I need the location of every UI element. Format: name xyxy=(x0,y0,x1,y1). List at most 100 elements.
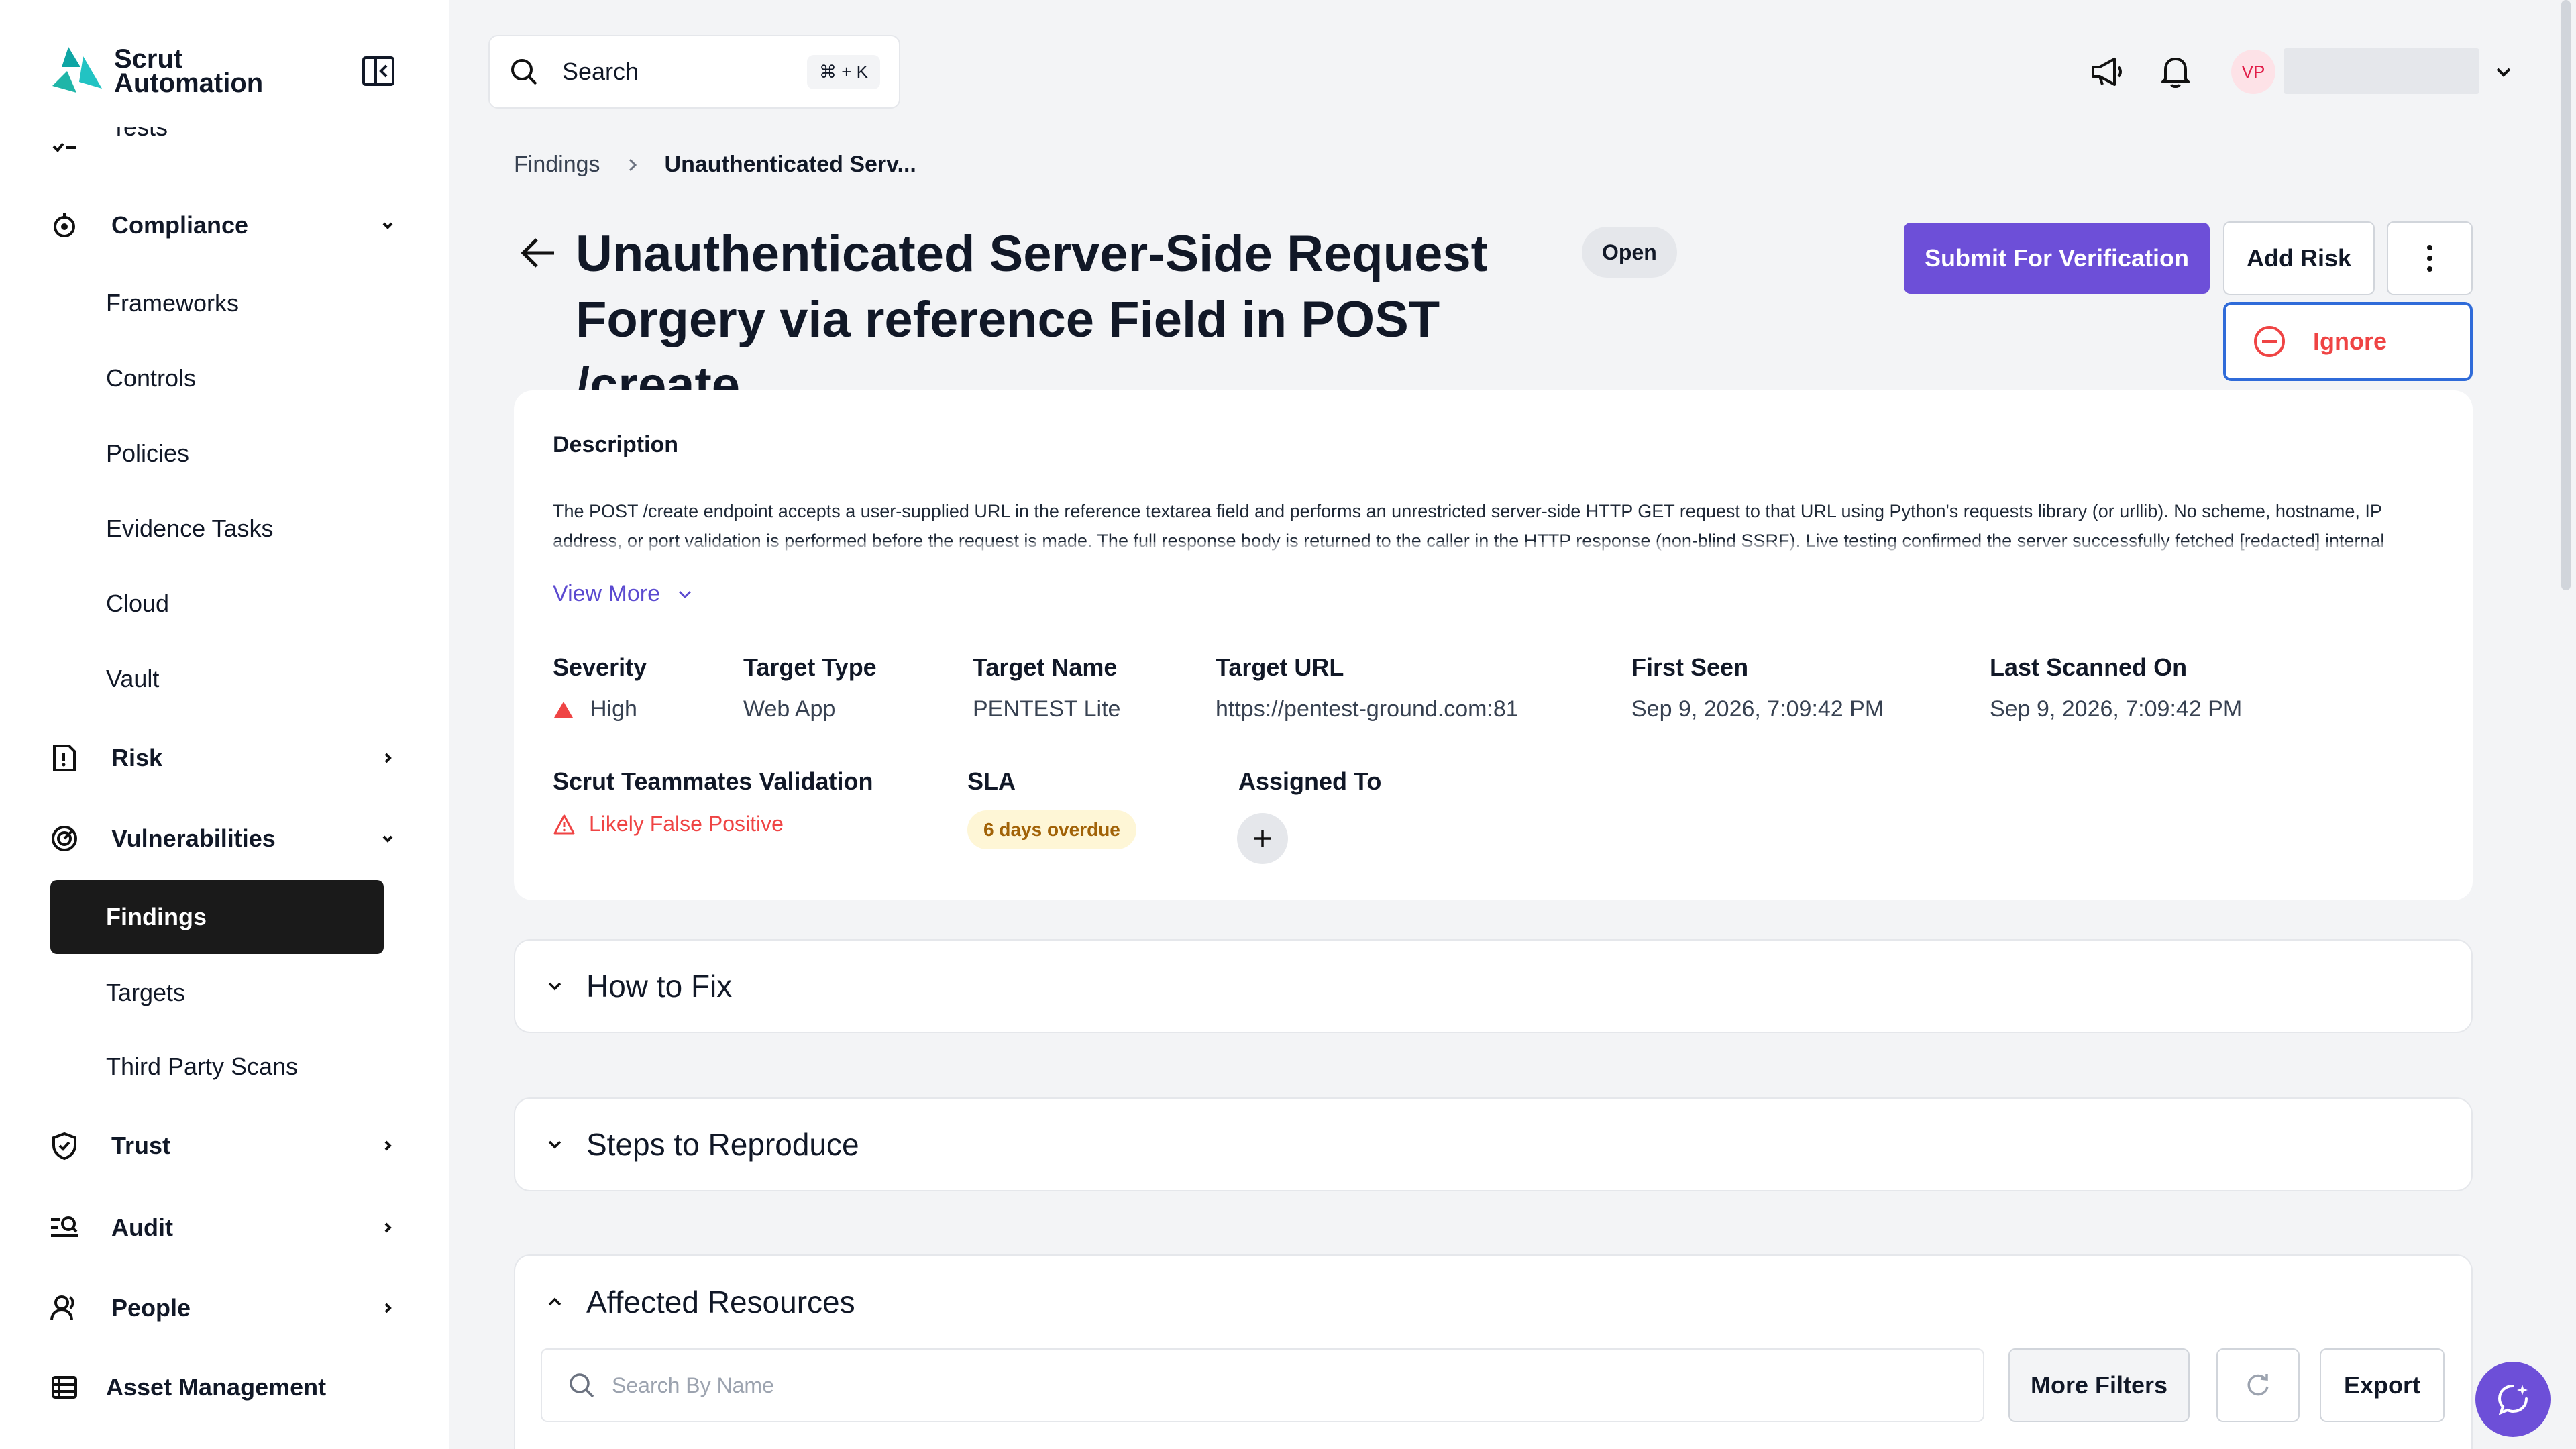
sidebar-item-third-party-scans[interactable]: Third Party Scans xyxy=(106,1046,298,1087)
refresh-icon xyxy=(2247,1374,2269,1396)
section-title: Steps to Reproduce xyxy=(586,1127,859,1162)
first-seen-value: Sep 9, 2026, 7:09:42 PM xyxy=(1631,696,1884,722)
sla-label: SLA xyxy=(967,767,1016,795)
breadcrumb-current: Unauthenticated Serv... xyxy=(664,152,916,177)
more-options-button[interactable] xyxy=(2387,221,2473,295)
severity-label: Severity xyxy=(553,653,647,681)
sidebar-item-compliance[interactable]: Compliance xyxy=(48,205,397,246)
resource-search[interactable] xyxy=(541,1348,1984,1422)
chevron-right-icon xyxy=(384,1222,392,1233)
search-shortcut: ⌘ + K xyxy=(807,54,880,89)
scrut-logo-icon xyxy=(52,47,102,93)
brand-logo[interactable]: Scrut Automation xyxy=(48,43,263,99)
export-button[interactable]: Export xyxy=(2320,1348,2445,1422)
resource-search-input[interactable] xyxy=(612,1373,1819,1398)
breadcrumb-findings-link[interactable]: Findings xyxy=(514,152,600,178)
page-title: Unauthenticated Server-Side Request Forg… xyxy=(576,225,1488,414)
search-icon xyxy=(511,59,537,85)
chevron-right-icon xyxy=(384,1303,392,1313)
severity-value: High xyxy=(553,696,637,722)
finding-details-card: Description The POST /create endpoint ac… xyxy=(514,390,2473,900)
sidebar-item-cloud[interactable]: Cloud xyxy=(106,584,169,624)
brand-name-line1: Scrut xyxy=(114,44,183,74)
description-fade xyxy=(553,542,2431,561)
avatar[interactable]: VP xyxy=(2231,50,2275,94)
first-seen-label: First Seen xyxy=(1631,653,1749,681)
sidebar-item-controls[interactable]: Controls xyxy=(106,358,196,398)
sidebar: Scrut Automation Tests Compliance Framew… xyxy=(0,0,449,1449)
sidebar-item-vault[interactable]: Vault xyxy=(106,659,159,699)
refresh-button[interactable] xyxy=(2216,1348,2300,1422)
chevron-down-icon xyxy=(382,835,393,843)
view-more-link[interactable]: View More xyxy=(553,581,695,607)
breadcrumb: Findings Unauthenticated Serv... xyxy=(514,152,916,178)
severity-text: High xyxy=(590,696,637,722)
sidebar-item-targets[interactable]: Targets xyxy=(106,973,185,1013)
sla-badge: 6 days overdue xyxy=(967,810,1136,849)
sidebar-item-label: Risk xyxy=(111,744,163,771)
minus-circle-icon xyxy=(2254,326,2285,357)
sidebar-item-vulnerabilities[interactable]: Vulnerabilities xyxy=(48,818,397,859)
target-name-label: Target Name xyxy=(973,653,1118,681)
sidebar-item-tests[interactable]: Tests xyxy=(48,127,397,154)
sidebar-item-risk[interactable]: Risk xyxy=(48,738,397,778)
bell-icon[interactable] xyxy=(2156,52,2195,91)
section-title: Affected Resources xyxy=(586,1285,855,1320)
vulnerabilities-icon xyxy=(48,822,80,855)
validation-value: Likely False Positive xyxy=(553,812,784,837)
back-arrow-icon[interactable] xyxy=(518,232,559,274)
description-heading: Description xyxy=(553,432,679,458)
affected-resources-section: Affected Resources More Filters Export xyxy=(514,1254,2473,1449)
global-search[interactable]: Search ⌘ + K xyxy=(488,35,900,109)
affected-resources-header[interactable]: Affected Resources xyxy=(543,1284,855,1320)
chat-icon xyxy=(2498,1385,2528,1415)
target-type-label: Target Type xyxy=(743,653,877,681)
assigned-to-label: Assigned To xyxy=(1238,767,1382,795)
more-filters-button[interactable]: More Filters xyxy=(2008,1348,2190,1422)
add-risk-button[interactable]: Add Risk xyxy=(2223,221,2375,295)
target-type-value: Web App xyxy=(743,696,836,722)
sidebar-item-policies[interactable]: Policies xyxy=(106,433,189,474)
chevron-down-icon xyxy=(382,222,393,229)
status-badge: Open xyxy=(1582,227,1677,278)
target-url-value[interactable]: https://pentest-ground.com:81 xyxy=(1216,696,1519,722)
warning-icon xyxy=(553,814,575,834)
steps-to-reproduce-section[interactable]: Steps to Reproduce xyxy=(514,1097,2473,1191)
sidebar-item-audit[interactable]: Audit xyxy=(48,1208,397,1248)
chevron-down-icon xyxy=(548,1140,561,1149)
how-to-fix-section[interactable]: How to Fix xyxy=(514,939,2473,1033)
chevron-down-icon xyxy=(678,590,692,598)
megaphone-icon[interactable] xyxy=(2088,52,2127,91)
ignore-label: Ignore xyxy=(2313,327,2387,355)
ignore-button[interactable]: Ignore xyxy=(2223,302,2473,381)
sidebar-item-label: Tests xyxy=(111,127,168,142)
last-scanned-label: Last Scanned On xyxy=(1990,653,2188,681)
shield-icon xyxy=(48,1130,80,1162)
page-scrollbar[interactable] xyxy=(2561,0,2571,590)
sidebar-item-people[interactable]: People xyxy=(48,1288,397,1328)
submit-for-verification-button[interactable]: Submit For Verification xyxy=(1904,223,2210,294)
plus-icon xyxy=(1254,830,1271,847)
sidebar-item-label: Compliance xyxy=(111,211,249,239)
sidebar-item-findings[interactable]: Findings xyxy=(50,880,384,954)
collapse-sidebar-icon[interactable] xyxy=(361,55,397,87)
brand-name-line2: Automation xyxy=(114,68,264,98)
section-title: How to Fix xyxy=(586,969,733,1004)
sidebar-item-label: People xyxy=(111,1294,191,1322)
target-url-label: Target URL xyxy=(1216,653,1344,681)
sidebar-item-frameworks[interactable]: Frameworks xyxy=(106,283,239,323)
target-name-value: PENTEST Lite xyxy=(973,696,1121,722)
people-icon xyxy=(48,1292,80,1324)
user-name-placeholder[interactable] xyxy=(2284,48,2479,94)
chevron-down-icon[interactable] xyxy=(2491,60,2516,85)
sidebar-item-asset-management[interactable]: Asset Management xyxy=(48,1367,397,1407)
sidebar-item-trust[interactable]: Trust xyxy=(48,1126,397,1166)
validation-label: Scrut Teammates Validation xyxy=(553,767,873,795)
assign-user-button[interactable] xyxy=(1237,813,1288,864)
chevron-up-icon xyxy=(548,1297,561,1306)
support-chat-button[interactable] xyxy=(2475,1362,2551,1437)
last-scanned-value: Sep 9, 2026, 7:09:42 PM xyxy=(1990,696,2243,722)
view-more-label: View More xyxy=(553,581,660,606)
chevron-down-icon xyxy=(548,982,561,991)
sidebar-item-evidence-tasks[interactable]: Evidence Tasks xyxy=(106,508,273,549)
